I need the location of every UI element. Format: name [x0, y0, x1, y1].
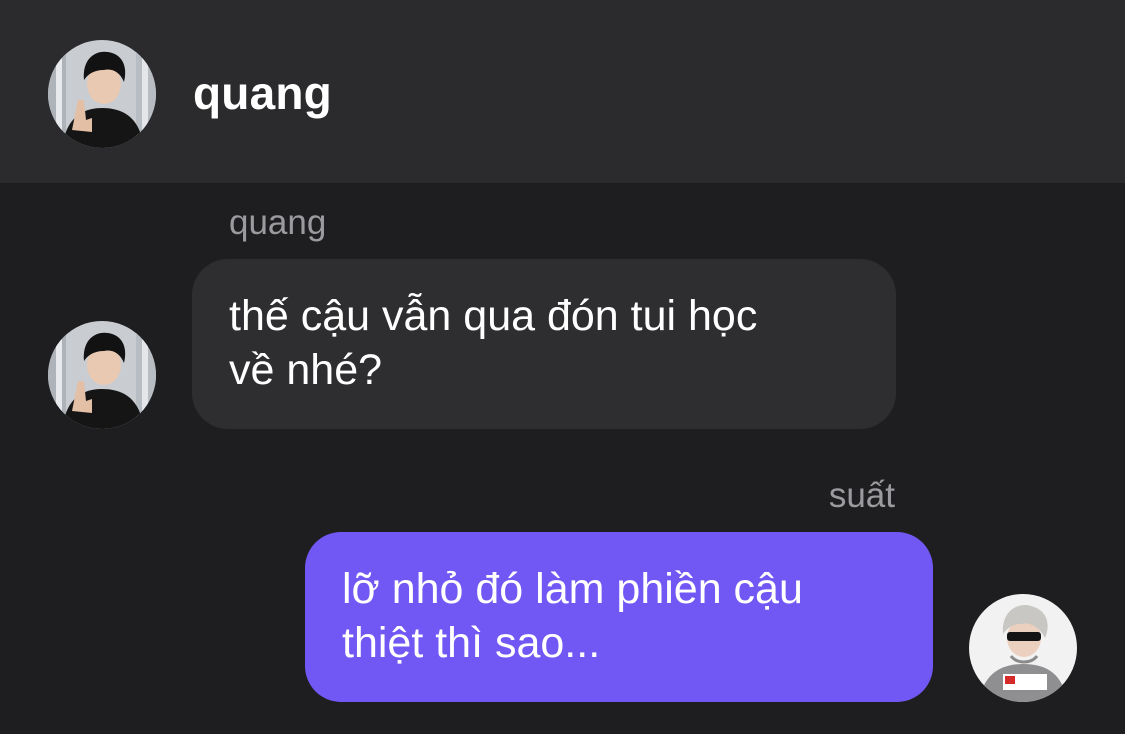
- chat-title: quang: [193, 67, 332, 119]
- contact-avatar[interactable]: [48, 40, 156, 148]
- profile-photo-icon: [48, 321, 156, 429]
- message-line: lỡ nhỏ đó làm phiền cậu: [342, 565, 803, 613]
- sender-name-incoming: quang: [229, 203, 327, 242]
- incoming-message-bubble[interactable]: thế cậu vẫn qua đón tui học về nhé?: [192, 259, 896, 429]
- outgoing-message-bubble[interactable]: lỡ nhỏ đó làm phiền cậu thiệt thì sao...: [305, 532, 933, 702]
- sender-name-outgoing: suất: [828, 476, 895, 515]
- profile-photo-icon: [969, 594, 1077, 702]
- profile-photo-icon: [48, 40, 156, 148]
- message-line: thiệt thì sao...: [342, 619, 601, 667]
- chat-header: quang: [0, 0, 1125, 183]
- message-line: về nhé?: [229, 346, 383, 394]
- incoming-avatar[interactable]: [48, 321, 156, 429]
- outgoing-avatar[interactable]: [969, 594, 1077, 702]
- message-line: thế cậu vẫn qua đón tui học: [229, 292, 758, 340]
